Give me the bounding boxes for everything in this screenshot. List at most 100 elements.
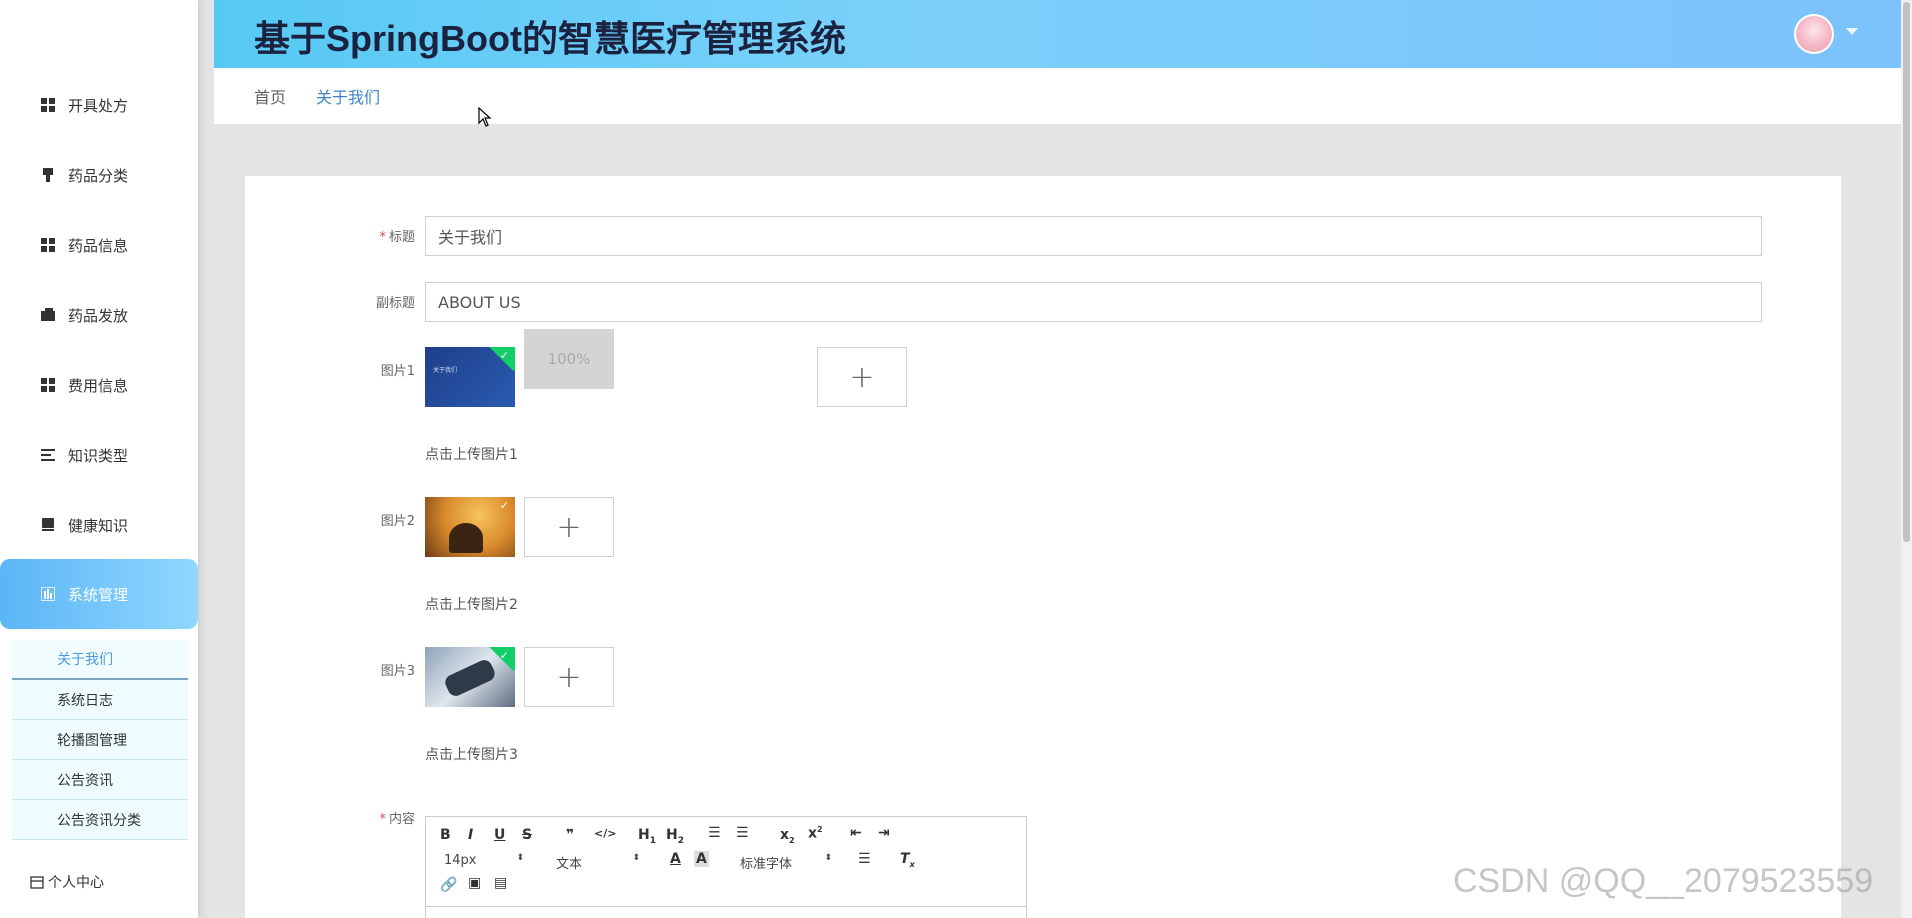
image3-thumbnail[interactable]: ✓	[425, 647, 515, 707]
thumbnail-handshake	[442, 657, 498, 699]
sidebar-item-drug-category[interactable]: 药品分类	[0, 147, 198, 203]
plus-icon: +	[556, 509, 582, 545]
bullet-list-icon[interactable]: ☰	[736, 825, 749, 841]
image-icon[interactable]: ▣	[468, 875, 481, 891]
image1-upload-progress: 100%	[524, 329, 614, 389]
sidebar-item-fees[interactable]: 费用信息	[0, 357, 198, 413]
sidebar-item-health-knowledge[interactable]: 健康知识	[0, 497, 198, 553]
sidebar-item-drug-dispense[interactable]: 药品发放	[0, 287, 198, 343]
watermark: CSDN @QQ__2079523559	[1453, 862, 1874, 900]
submenu-item-announcements[interactable]: 公告资讯	[12, 760, 188, 800]
heading2-icon[interactable]: H2	[666, 827, 684, 846]
subtitle-input[interactable]: ABOUT US	[425, 282, 1762, 322]
title-input[interactable]: 关于我们	[425, 216, 1762, 256]
title-label: * 标题	[379, 230, 415, 245]
rich-text-editor: B I U S ❞ </> H1 H2 ☰ ☰ x2 x2 ⇤ ⇥ 14px ⬍ …	[425, 816, 1027, 918]
font-size-select[interactable]: 14px ⬍	[444, 853, 524, 868]
system-submenu: 关于我们 系统日志 轮播图管理 公告资讯 公告资讯分类	[12, 640, 188, 840]
calendar-icon	[30, 875, 44, 889]
image1-upload-button[interactable]: +	[817, 347, 907, 407]
check-icon: ✓	[499, 349, 509, 362]
subscript-icon[interactable]: x2	[780, 827, 795, 845]
image2-upload-button[interactable]: +	[524, 497, 614, 557]
editor-toolbar: B I U S ❞ </> H1 H2 ☰ ☰ x2 x2 ⇤ ⇥ 14px ⬍ …	[426, 817, 1026, 907]
grid-icon	[40, 237, 56, 253]
sidebar-item-knowledge-type[interactable]: 知识类型	[0, 427, 198, 483]
superscript-icon[interactable]: x2	[808, 825, 823, 842]
sidebar-item-label: 健康知识	[68, 516, 129, 535]
top-header: 基于SpringBoot的智慧医疗管理系统	[214, 0, 1902, 68]
outdent-icon[interactable]: ⇤	[850, 825, 862, 841]
page-title: 基于SpringBoot的智慧医疗管理系统	[254, 18, 846, 59]
sidebar-item-personal-center[interactable]: 个人中心	[30, 872, 104, 892]
check-icon: ✓	[499, 649, 509, 662]
sidebar-item-label: 开具处方	[68, 96, 129, 115]
page-scrollbar[interactable]	[1901, 0, 1912, 918]
scrollbar-thumb[interactable]	[1903, 2, 1910, 542]
book-icon	[40, 517, 56, 533]
strikethrough-icon[interactable]: S	[522, 827, 532, 843]
image1-thumbnail[interactable]: 关于我们 ✓	[425, 347, 515, 407]
paragraph-select[interactable]: 文本 ⬍	[556, 853, 640, 872]
image2-upload-hint: 点击上传图片2	[425, 597, 518, 613]
align-icon[interactable]: ☰	[858, 851, 871, 867]
mouse-cursor-icon	[478, 106, 492, 131]
sidebar-item-label: 个人中心	[48, 875, 104, 891]
image3-upload-hint: 点击上传图片3	[425, 747, 518, 763]
grid-icon	[40, 377, 56, 393]
italic-icon[interactable]: I	[468, 827, 473, 843]
heading1-icon[interactable]: H1	[638, 827, 656, 846]
submenu-item-carousel[interactable]: 轮播图管理	[12, 720, 188, 760]
clear-format-icon[interactable]: Tx	[900, 851, 915, 869]
link-icon[interactable]: 🔗	[440, 877, 457, 893]
sort-arrows-icon: ⬍	[632, 853, 640, 863]
sidebar-item-label: 药品信息	[68, 236, 129, 255]
image1-label: 图片1	[380, 364, 415, 379]
breadcrumb-current: 关于我们	[316, 88, 381, 107]
chevron-down-icon[interactable]	[1846, 28, 1858, 35]
ordered-list-icon[interactable]: ☰	[708, 825, 721, 841]
breadcrumb-home[interactable]: 首页	[254, 84, 286, 108]
sidebar-item-drug-info[interactable]: 药品信息	[0, 217, 198, 273]
background-color-icon[interactable]: A	[694, 851, 709, 867]
subtitle-label: 副标题	[375, 296, 415, 311]
image3-upload-button[interactable]: +	[524, 647, 614, 707]
font-color-icon[interactable]: A	[670, 851, 681, 867]
plus-icon: +	[556, 659, 582, 695]
image2-thumbnail[interactable]: ✓	[425, 497, 515, 557]
sort-arrows-icon: ⬍	[824, 853, 832, 863]
stamp-icon	[40, 167, 56, 183]
sidebar-item-label: 药品分类	[68, 166, 129, 185]
underline-icon[interactable]: U	[494, 827, 505, 843]
breadcrumb: 首页 关于我们	[214, 68, 1902, 124]
image1-upload-hint: 点击上传图片1	[425, 447, 518, 463]
image2-label: 图片2	[380, 514, 415, 529]
thumbnail-figure	[449, 523, 483, 553]
sidebar-item-prescription[interactable]: 开具处方	[0, 77, 198, 133]
plus-icon: +	[849, 359, 875, 395]
code-block-icon[interactable]: </>	[594, 827, 616, 840]
indent-icon[interactable]: ⇥	[878, 825, 890, 841]
sidebar-item-system-management[interactable]: 系统管理	[0, 559, 198, 629]
about-us-form: * 标题 关于我们 副标题 ABOUT US 图片1 关于我们 ✓ 100% + …	[245, 176, 1841, 918]
avatar[interactable]	[1794, 14, 1834, 54]
grid-icon	[40, 97, 56, 113]
sidebar-item-label: 知识类型	[68, 446, 129, 465]
submenu-item-about-us[interactable]: 关于我们	[12, 640, 188, 680]
submenu-item-announcement-categories[interactable]: 公告资讯分类	[12, 800, 188, 840]
check-icon: ✓	[499, 499, 509, 512]
content-label: * 内容	[379, 812, 415, 827]
thumbnail-caption: 关于我们	[433, 367, 458, 374]
submenu-item-system-log[interactable]: 系统日志	[12, 680, 188, 720]
blockquote-icon[interactable]: ❞	[566, 827, 574, 843]
bold-icon[interactable]: B	[440, 827, 451, 843]
wallet-icon	[40, 307, 56, 323]
font-family-select[interactable]: 标准字体 ⬍	[740, 853, 832, 872]
list-icon	[40, 447, 56, 463]
video-icon[interactable]: ▤	[494, 875, 507, 891]
sort-arrows-icon: ⬍	[516, 853, 524, 863]
sidebar-item-label: 药品发放	[68, 306, 129, 325]
image3-label: 图片3	[380, 664, 415, 679]
chart-icon	[40, 586, 56, 602]
sidebar-item-label: 费用信息	[68, 376, 129, 395]
